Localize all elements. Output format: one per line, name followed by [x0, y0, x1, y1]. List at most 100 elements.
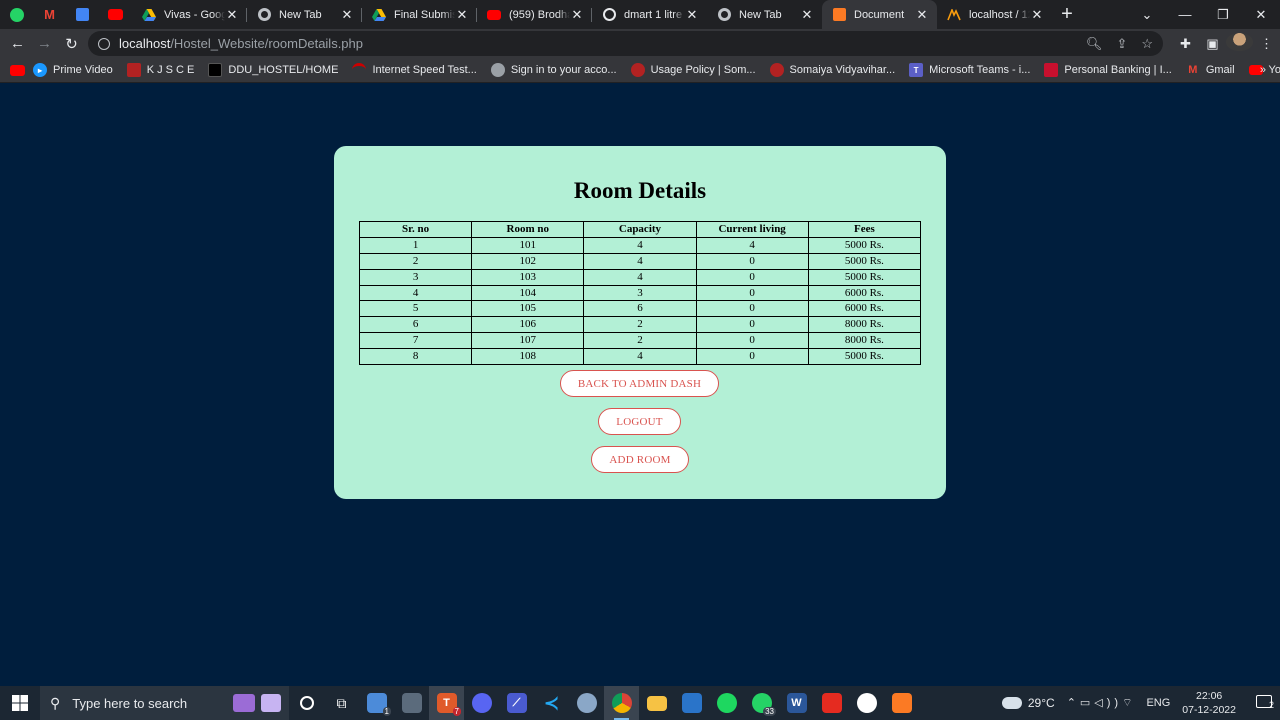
- bookmark-speed-test[interactable]: Internet Speed Test...: [352, 63, 477, 77]
- close-icon[interactable]: ✕: [915, 7, 929, 23]
- google-drive-icon: [372, 8, 386, 22]
- start-button[interactable]: [0, 686, 40, 720]
- taskbar-app-teams[interactable]: T7: [429, 686, 464, 720]
- star-icon[interactable]: ☆: [1141, 36, 1153, 52]
- taskbar-app-xampp[interactable]: [884, 686, 919, 720]
- taskbar-app-analytics[interactable]: ⟋: [499, 686, 534, 720]
- taskbar-app-acrobat[interactable]: [814, 686, 849, 720]
- table-cell: 4: [583, 236, 697, 254]
- tab-phpmyadmin[interactable]: localhost / 12 ✕: [937, 0, 1052, 29]
- zoom-icon[interactable]: 🔍︎: [1086, 36, 1103, 52]
- minimize-button[interactable]: —: [1166, 7, 1204, 22]
- table-cell: 2: [583, 332, 697, 350]
- table-cell: 102: [471, 252, 585, 270]
- profile-avatar[interactable]: [1226, 33, 1253, 54]
- bookmark-label: Gmail: [1205, 64, 1235, 76]
- table-cell: 4: [583, 268, 697, 286]
- side-panel-icon[interactable]: ▣: [1199, 36, 1226, 52]
- tab-final-submission[interactable]: Final Submiss ✕: [362, 0, 477, 29]
- bookmark-ddu-hostel[interactable]: DDU_HOSTEL/HOME: [208, 63, 338, 77]
- column-header: Room no: [471, 221, 585, 238]
- bookmark-somaiya[interactable]: Somaiya Vidyavihar...: [769, 63, 895, 77]
- table-cell: 5000 Rs.: [807, 348, 922, 366]
- back-button[interactable]: ←: [4, 30, 31, 57]
- close-icon[interactable]: ✕: [1030, 7, 1044, 23]
- menu-icon[interactable]: ⋮: [1253, 36, 1280, 52]
- bookmark-gmail[interactable]: M Gmail: [1186, 63, 1235, 77]
- tab-vivas[interactable]: Vivas - Googl ✕: [132, 0, 247, 29]
- tab-dmart[interactable]: dmart 1 litre ✕: [592, 0, 707, 29]
- language-indicator[interactable]: ENG: [1146, 697, 1170, 709]
- info-icon[interactable]: [98, 37, 110, 50]
- taskbar-app-files[interactable]: 1: [359, 686, 394, 720]
- chevron-down-icon[interactable]: ⌄: [1128, 7, 1166, 23]
- close-icon[interactable]: ✕: [225, 7, 239, 23]
- taskbar-app-whatsapp[interactable]: 33: [744, 686, 779, 720]
- table-cell: 5: [358, 300, 473, 318]
- tab-youtube[interactable]: (959) Brodha ✕: [477, 0, 592, 29]
- table-cell: 0: [695, 332, 809, 350]
- extensions-icon[interactable]: ✚: [1172, 36, 1199, 52]
- table-cell: 4: [358, 284, 473, 302]
- bookmark-label: Usage Policy | Som...: [650, 64, 756, 76]
- contacts-pinned-tab[interactable]: [66, 0, 99, 29]
- close-window-button[interactable]: ✕: [1242, 7, 1280, 23]
- tab-new-tab-2[interactable]: New Tab ✕: [707, 0, 822, 29]
- restore-button[interactable]: ❐: [1204, 7, 1242, 23]
- installer-icon: [681, 693, 702, 713]
- close-icon[interactable]: ✕: [340, 7, 354, 23]
- taskbar-app-vscode[interactable]: ≺: [534, 686, 569, 720]
- taskbar-app-word[interactable]: W: [779, 686, 814, 720]
- weather-widget[interactable]: 29°C: [1001, 696, 1055, 710]
- bookmark-youtube-icon-only[interactable]: [10, 64, 25, 76]
- bookmark-prime-video[interactable]: ▸ Prime Video: [33, 63, 113, 77]
- youtube-pinned-tab[interactable]: [99, 0, 132, 29]
- taskbar-app-explorer[interactable]: [639, 686, 674, 720]
- bookmarks-overflow-button[interactable]: »: [1260, 58, 1266, 83]
- table-cell: 6000 Rs.: [807, 284, 922, 302]
- clock[interactable]: 22:06 07-12-2022: [1182, 689, 1236, 717]
- taskbar-app-box[interactable]: [394, 686, 429, 720]
- table-header-row: Sr. no Room no Capacity Current living F…: [358, 221, 922, 238]
- task-view-button[interactable]: ⧉: [324, 686, 359, 720]
- tab-document[interactable]: Document ✕: [822, 0, 937, 29]
- bookmark-usage-policy[interactable]: Usage Policy | Som...: [630, 63, 756, 77]
- bookmark-teams[interactable]: T Microsoft Teams - i...: [909, 63, 1030, 77]
- taskbar-app-spotify[interactable]: [709, 686, 744, 720]
- whatsapp-pinned-tab[interactable]: [0, 0, 33, 29]
- column-header: Fees: [807, 221, 922, 238]
- close-icon[interactable]: ✕: [570, 7, 584, 23]
- bookmark-label: Sign in to your acco...: [510, 64, 617, 76]
- taskbar-app-installer[interactable]: [674, 686, 709, 720]
- vscode-icon: ≺: [543, 692, 560, 713]
- bank-icon: [1044, 63, 1059, 77]
- tab-new-tab[interactable]: New Tab ✕: [247, 0, 362, 29]
- address-bar[interactable]: localhost/Hostel_Website/roomDetails.php…: [88, 31, 1163, 56]
- table-cell: 6: [583, 300, 697, 318]
- taskbar-app-obs[interactable]: [849, 686, 884, 720]
- notification-center-button[interactable]: 2: [1250, 695, 1280, 711]
- back-to-admin-dash-button[interactable]: BACK TO ADMIN DASH: [560, 370, 719, 397]
- table-row: 6 106 2 0 8000 Rs.: [358, 316, 922, 334]
- gmail-pinned-tab[interactable]: M: [33, 0, 66, 29]
- tray-icons[interactable]: ⌃▭◁))⌔: [1067, 696, 1137, 710]
- taskbar-app-discord[interactable]: [464, 686, 499, 720]
- window-controls: ⌄ — ❐ ✕: [1128, 0, 1280, 29]
- bookmark-sign-in[interactable]: Sign in to your acco...: [490, 63, 617, 77]
- taskbar-search[interactable]: ⚲ Type here to search: [40, 686, 289, 720]
- taskbar-app-paint[interactable]: [569, 686, 604, 720]
- share-icon[interactable]: ⇪: [1116, 36, 1127, 52]
- bookmark-kjsce[interactable]: K J S C E: [126, 63, 194, 77]
- close-icon[interactable]: ✕: [800, 7, 814, 23]
- bookmark-banking[interactable]: Personal Banking | I...: [1044, 63, 1172, 77]
- cortana-button[interactable]: [289, 686, 324, 720]
- taskbar-app-chrome[interactable]: [604, 686, 639, 720]
- close-icon[interactable]: ✕: [685, 7, 699, 23]
- logout-button[interactable]: LOGOUT: [598, 408, 681, 435]
- add-room-button[interactable]: ADD ROOM: [591, 446, 689, 473]
- new-tab-button[interactable]: +: [1052, 0, 1082, 29]
- forward-button[interactable]: →: [31, 30, 58, 57]
- bookmark-label: Personal Banking | I...: [1064, 64, 1172, 76]
- reload-button[interactable]: ↻: [58, 30, 85, 57]
- close-icon[interactable]: ✕: [455, 7, 469, 23]
